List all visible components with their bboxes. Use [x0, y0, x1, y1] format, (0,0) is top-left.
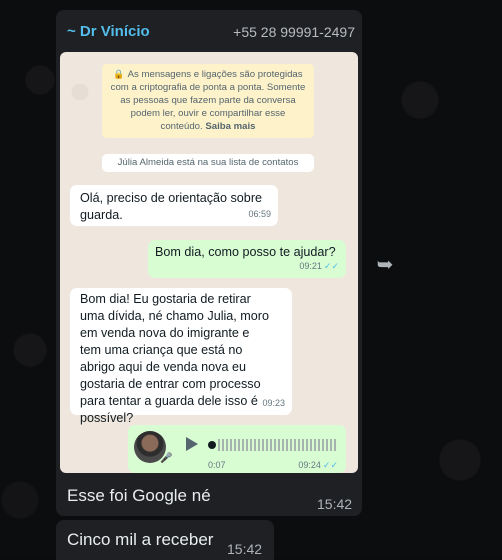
learn-more-link: Saiba mais	[205, 121, 256, 132]
audio-time: 09:24	[298, 460, 321, 470]
message-time-wrap: 09:21 ✓✓	[299, 258, 339, 275]
next-message-time: 15:42	[227, 541, 263, 557]
incoming-message: Olá, preciso de orientação sobre guarda.…	[70, 185, 278, 226]
message-time: 15:42	[317, 496, 353, 512]
outgoing-message: Bom dia, como posso te ajudar? 09:21 ✓✓	[148, 240, 346, 278]
audio-waveform	[218, 435, 336, 455]
incoming-message-long: Bom dia! Eu gostaria de retirar uma dívi…	[70, 288, 292, 425]
play-icon	[186, 437, 198, 451]
attached-screenshot[interactable]: 🔒 As mensagens e ligações são protegidas …	[60, 52, 358, 473]
message-time: 06:59	[248, 209, 271, 219]
audio-progress-handle	[208, 441, 216, 449]
encryption-notice: 🔒 As mensagens e ligações são protegidas …	[102, 64, 314, 138]
audio-duration: 0:07	[208, 460, 226, 470]
lock-icon: 🔒	[113, 69, 125, 79]
audio-time-wrap: 09:24 ✓✓	[298, 460, 338, 471]
message-time: 09:21	[299, 261, 322, 271]
sender-name[interactable]: ~ Dr Vinício	[67, 23, 150, 40]
double-check-icon: ✓✓	[323, 261, 339, 271]
sender-row: ~ Dr Vinício +55 28 99991-2497	[67, 22, 355, 44]
message-caption: Esse foi Google né	[67, 486, 211, 505]
double-check-icon: ✓✓	[322, 460, 338, 470]
voice-message: 🎤 0:07 09:24 ✓✓	[128, 425, 346, 473]
message-text: Bom dia, como posso te ajudar?	[155, 245, 336, 259]
mic-icon: 🎤	[160, 453, 173, 464]
contact-note: Júlia Almeida está na sua lista de conta…	[102, 154, 314, 172]
message-text: Olá, preciso de orientação sobre guarda.	[80, 191, 263, 222]
sender-phone: +55 28 99991-2497	[233, 24, 355, 40]
forward-icon[interactable]: ➥	[372, 254, 398, 276]
next-message-text: Cinco mil a receber	[67, 530, 214, 549]
message-text: Bom dia! Eu gostaria de retirar uma dívi…	[80, 292, 269, 425]
message-time: 09:23	[262, 398, 285, 408]
